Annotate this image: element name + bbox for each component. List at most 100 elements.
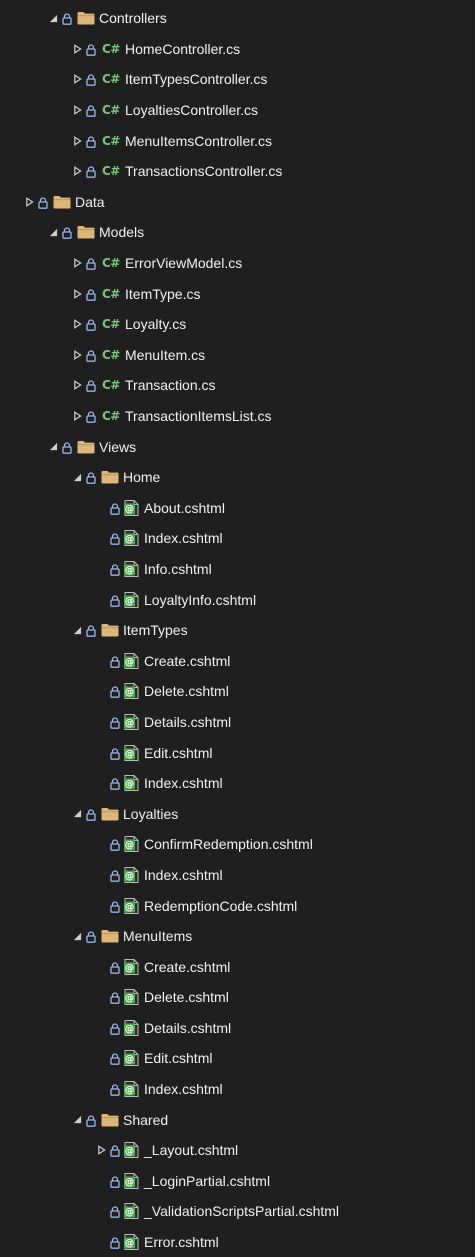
razor-file-icon: @	[124, 591, 139, 608]
tree-file-row[interactable]: @ Delete.cshtml	[0, 982, 475, 1013]
collapsed-arrow-icon[interactable]	[72, 44, 82, 54]
tree-file-row[interactable]: C# TransactionItemsList.cs	[0, 401, 475, 432]
expanded-arrow-icon[interactable]	[72, 931, 82, 941]
tree-file-row[interactable]: C# Loyalty.cs	[0, 309, 475, 340]
tree-folder-row[interactable]: Models	[0, 217, 475, 248]
tree-file-row[interactable]: @ Info.cshtml	[0, 554, 475, 585]
collapsed-arrow-icon[interactable]	[72, 380, 82, 391]
expanded-arrow-icon[interactable]	[72, 625, 82, 635]
razor-file-icon: @	[124, 683, 139, 700]
csharp-file-icon: C#	[102, 72, 120, 87]
tree-item-label: ItemType.cs	[125, 285, 201, 302]
tree-folder-row[interactable]: MenuItems	[0, 921, 475, 952]
tree-file-row[interactable]: @ Create.cshtml	[0, 645, 475, 676]
tree-file-row[interactable]: @ _LoginPartial.cshtml	[0, 1166, 475, 1197]
expanded-arrow-icon[interactable]	[72, 1115, 82, 1125]
tree-item-label: MenuItem.cs	[125, 346, 206, 363]
lock-icon	[110, 1175, 120, 1188]
tree-item-label: Create.cshtml	[144, 958, 231, 975]
tree-file-row[interactable]: C# MenuItemsController.cs	[0, 125, 475, 156]
razor-file-icon: @	[124, 1019, 139, 1036]
tree-folder-row[interactable]: Controllers	[0, 3, 475, 34]
tree-file-row[interactable]: @ Index.cshtml	[0, 860, 475, 891]
svg-text:@: @	[125, 993, 135, 1004]
lock-icon	[110, 1144, 120, 1158]
tree-file-row[interactable]: C# ItemTypesController.cs	[0, 64, 475, 95]
lock-icon	[38, 196, 48, 209]
svg-text:@: @	[125, 1177, 135, 1188]
folder-icon	[101, 623, 119, 637]
razor-file-icon: @	[124, 958, 139, 975]
tree-folder-row[interactable]: Home	[0, 462, 475, 493]
collapsed-arrow-icon[interactable]	[72, 166, 82, 177]
tree-file-row[interactable]: C# Transaction.cs	[0, 370, 475, 401]
collapsed-arrow-icon[interactable]	[72, 288, 82, 299]
csharp-file-icon: C#	[102, 347, 120, 362]
expanded-arrow-icon[interactable]	[48, 227, 58, 237]
razor-file-icon: @	[124, 652, 139, 669]
tree-file-row[interactable]: @ Edit.cshtml	[0, 1043, 475, 1074]
tree-file-row[interactable]: C# TransactionsController.cs	[0, 156, 475, 187]
tree-item-label: Views	[99, 438, 137, 455]
lock-icon	[86, 808, 96, 821]
razor-file-icon: @	[124, 989, 139, 1006]
tree-file-row[interactable]: @ Index.cshtml	[0, 768, 475, 799]
collapsed-arrow-icon[interactable]	[72, 258, 82, 268]
collapsed-arrow-icon[interactable]	[72, 319, 82, 330]
expanded-arrow-icon[interactable]	[48, 13, 58, 23]
csharp-file-icon: C#	[102, 103, 120, 118]
tree-file-row[interactable]: @ Create.cshtml	[0, 951, 475, 982]
lock-icon	[86, 349, 96, 362]
lock-icon	[110, 563, 120, 576]
tree-folder-row[interactable]: Shared	[0, 1104, 475, 1135]
expanded-arrow-icon[interactable]	[48, 442, 58, 452]
tree-file-row[interactable]: C# MenuItem.cs	[0, 340, 475, 371]
tree-file-row[interactable]: @ Edit.cshtml	[0, 737, 475, 768]
lock-icon	[110, 685, 120, 699]
collapsed-arrow-icon[interactable]	[72, 411, 82, 421]
collapsed-arrow-icon[interactable]	[96, 1145, 106, 1156]
csharp-file-icon: C#	[102, 256, 120, 271]
lock-icon	[110, 1205, 120, 1219]
collapsed-arrow-icon[interactable]	[72, 135, 82, 146]
tree-item-label: Info.cshtml	[144, 560, 212, 577]
tree-folder-row[interactable]: Loyalties	[0, 798, 475, 829]
tree-file-row[interactable]: @ _Layout.cshtml	[0, 1135, 475, 1166]
tree-file-row[interactable]: @ LoyaltyInfo.cshtml	[0, 584, 475, 615]
collapsed-arrow-icon[interactable]	[72, 74, 82, 85]
expanded-arrow-icon[interactable]	[72, 472, 82, 482]
collapsed-arrow-icon[interactable]	[24, 197, 34, 207]
lock-icon	[86, 104, 96, 117]
tree-file-row[interactable]: @ RedemptionCode.cshtml	[0, 890, 475, 921]
lock-icon	[110, 838, 120, 852]
tree-file-row[interactable]: C# LoyaltiesController.cs	[0, 95, 475, 126]
tree-file-row[interactable]: C# ErrorViewModel.cs	[0, 248, 475, 279]
tree-file-row[interactable]: @ Details.cshtml	[0, 707, 475, 738]
svg-text:@: @	[125, 1024, 135, 1035]
lock-icon	[86, 257, 96, 270]
tree-file-row[interactable]: @ Details.cshtml	[0, 1013, 475, 1044]
tree-file-row[interactable]: @ Error.cshtml	[0, 1227, 475, 1257]
tree-file-row[interactable]: @ ConfirmRedemption.cshtml	[0, 829, 475, 860]
tree-file-row[interactable]: @ Index.cshtml	[0, 1074, 475, 1105]
collapsed-arrow-icon[interactable]	[72, 349, 82, 360]
tree-folder-row[interactable]: Data	[0, 187, 475, 218]
tree-folder-row[interactable]: ItemTypes	[0, 615, 475, 646]
tree-file-row[interactable]: C# ItemType.cs	[0, 278, 475, 309]
tree-item-label: MenuItemsController.cs	[125, 132, 273, 149]
csharp-file-icon: C#	[102, 317, 120, 332]
expanded-arrow-icon[interactable]	[72, 809, 82, 819]
tree-item-label: Index.cshtml	[144, 866, 223, 883]
svg-text:@: @	[125, 840, 135, 851]
lock-icon	[110, 502, 120, 515]
tree-file-row[interactable]: @ _ValidationScriptsPartial.cshtml	[0, 1196, 475, 1227]
tree-file-row[interactable]: @ Delete.cshtml	[0, 676, 475, 707]
lock-icon	[110, 747, 120, 760]
tree-file-row[interactable]: @ About.cshtml	[0, 493, 475, 524]
tree-item-label: Models	[99, 224, 145, 241]
collapsed-arrow-icon[interactable]	[72, 105, 82, 115]
tree-item-label: Delete.cshtml	[144, 989, 229, 1006]
tree-file-row[interactable]: @ Index.cshtml	[0, 523, 475, 554]
tree-folder-row[interactable]: Views	[0, 431, 475, 462]
tree-file-row[interactable]: C# HomeController.cs	[0, 34, 475, 65]
